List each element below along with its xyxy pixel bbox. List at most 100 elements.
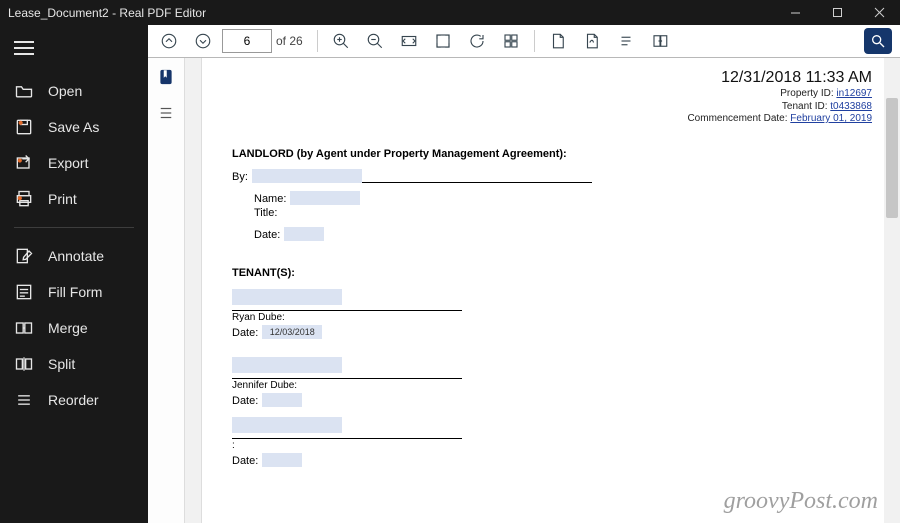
signature-line [232,310,462,311]
maximize-button[interactable] [816,0,858,25]
rotate-button[interactable] [462,27,492,55]
fit-page-button[interactable] [428,27,458,55]
page-number-input[interactable] [222,29,272,53]
sidebar: Open Save As Export Print Annotate [0,25,148,523]
sidebar-item-label: Save As [48,119,99,135]
prev-page-button[interactable] [154,27,184,55]
save-icon [14,117,34,137]
sidebar-item-label: Fill Form [48,284,102,300]
form-field[interactable] [232,417,342,433]
name-row: Name: [254,191,872,205]
edit-page-button[interactable] [543,27,573,55]
tenants-heading: TENANT(S): [232,267,872,279]
text-button[interactable] [611,27,641,55]
zoom-out-button[interactable] [360,27,390,55]
export-icon [14,153,34,173]
page-header: 12/31/2018 11:33 AM Property ID: in12697… [232,68,872,126]
sidebar-item-fill-form[interactable]: Fill Form [0,274,148,310]
pdf-page: 12/31/2018 11:33 AM Property ID: in12697… [202,58,900,477]
minimize-button[interactable] [774,0,816,25]
tenant1-date-row: Date: 12/03/2018 [232,325,472,339]
date-label: Date: [254,229,280,241]
sidebar-item-export[interactable]: Export [0,145,148,181]
sidebar-item-annotate[interactable]: Annotate [0,238,148,274]
menu-button[interactable] [0,29,148,73]
tenant1-name: Ryan Dube: [232,312,472,323]
sidebar-item-label: Merge [48,320,88,336]
date-label: Date: [232,455,258,467]
sidebar-item-open[interactable]: Open [0,73,148,109]
title-row: Title: [254,207,872,219]
app-body: Open Save As Export Print Annotate [0,25,900,523]
form-field[interactable] [232,357,342,373]
form-field-date[interactable]: 12/03/2018 [262,325,322,339]
toolbar-separator [317,30,318,52]
outline-panel-button[interactable] [155,102,177,124]
tenant3-date-row: Date: [232,453,472,467]
sidebar-item-label: Annotate [48,248,104,264]
tenant2-date-row: Date: [232,393,472,407]
viewer: 12/31/2018 11:33 AM Property ID: in12697… [148,58,900,523]
header-tenant-line: Tenant ID: t0433868 [232,101,872,114]
date-label: Date: [232,395,258,407]
vertical-scrollbar[interactable] [884,58,900,523]
form-field[interactable] [262,453,302,467]
sidebar-item-label: Open [48,83,82,99]
side-panel [148,58,185,523]
work-area: of 26 [148,25,900,523]
extract-button[interactable] [645,27,675,55]
sidebar-item-reorder[interactable]: Reorder [0,382,148,418]
form-field[interactable] [284,227,324,241]
tenant-id-link[interactable]: t0433868 [830,101,872,112]
page-total-label: of 26 [276,34,303,48]
header-commencement-line: Commencement Date: February 01, 2019 [232,113,872,126]
form-field[interactable] [252,169,362,183]
title-label: Title: [254,207,277,219]
next-page-button[interactable] [188,27,218,55]
signature-line [362,168,592,183]
date-label: Date: [232,327,258,339]
thumbnails-button[interactable] [496,27,526,55]
sign-button[interactable] [577,27,607,55]
close-button[interactable] [858,0,900,25]
watermark: groovyPost.com [724,488,878,515]
sidebar-item-label: Split [48,356,75,372]
split-icon [14,354,34,374]
folder-icon [14,81,34,101]
signature-line [232,438,462,439]
header-property-line: Property ID: in12697 [232,88,872,101]
annotate-icon [14,246,34,266]
scrollbar-thumb[interactable] [886,98,898,218]
merge-icon [14,318,34,338]
sidebar-item-label: Reorder [48,392,99,408]
date-row: Date: [254,227,872,241]
signature-line [232,378,462,379]
sidebar-separator [14,227,134,228]
bookmark-panel-button[interactable] [155,66,177,88]
by-label: By: [232,171,248,183]
tenant2-block: Jennifer Dube: Date: [232,357,472,407]
tenant3-block: : Date: [232,417,472,467]
commencement-date-link[interactable]: February 01, 2019 [790,113,872,124]
name-label: Name: [254,193,286,205]
reorder-icon [14,390,34,410]
landlord-heading: LANDLORD (by Agent under Property Manage… [232,148,872,160]
search-button[interactable] [864,28,892,54]
sidebar-item-print[interactable]: Print [0,181,148,217]
document-area[interactable]: 12/31/2018 11:33 AM Property ID: in12697… [202,58,900,523]
sidebar-item-save-as[interactable]: Save As [0,109,148,145]
sidebar-item-merge[interactable]: Merge [0,310,148,346]
form-field[interactable] [290,191,360,205]
header-datetime: 12/31/2018 11:33 AM [232,68,872,88]
zoom-in-button[interactable] [326,27,356,55]
toolbar: of 26 [148,25,900,58]
sidebar-item-split[interactable]: Split [0,346,148,382]
title-bar: Lease_Document2 - Real PDF Editor [0,0,900,25]
property-id-link[interactable]: in12697 [836,88,872,99]
fit-width-button[interactable] [394,27,424,55]
by-row: By: [232,168,872,183]
form-field[interactable] [262,393,302,407]
window-title: Lease_Document2 - Real PDF Editor [8,6,774,20]
form-field[interactable] [232,289,342,305]
tenant3-name: : [232,440,472,451]
